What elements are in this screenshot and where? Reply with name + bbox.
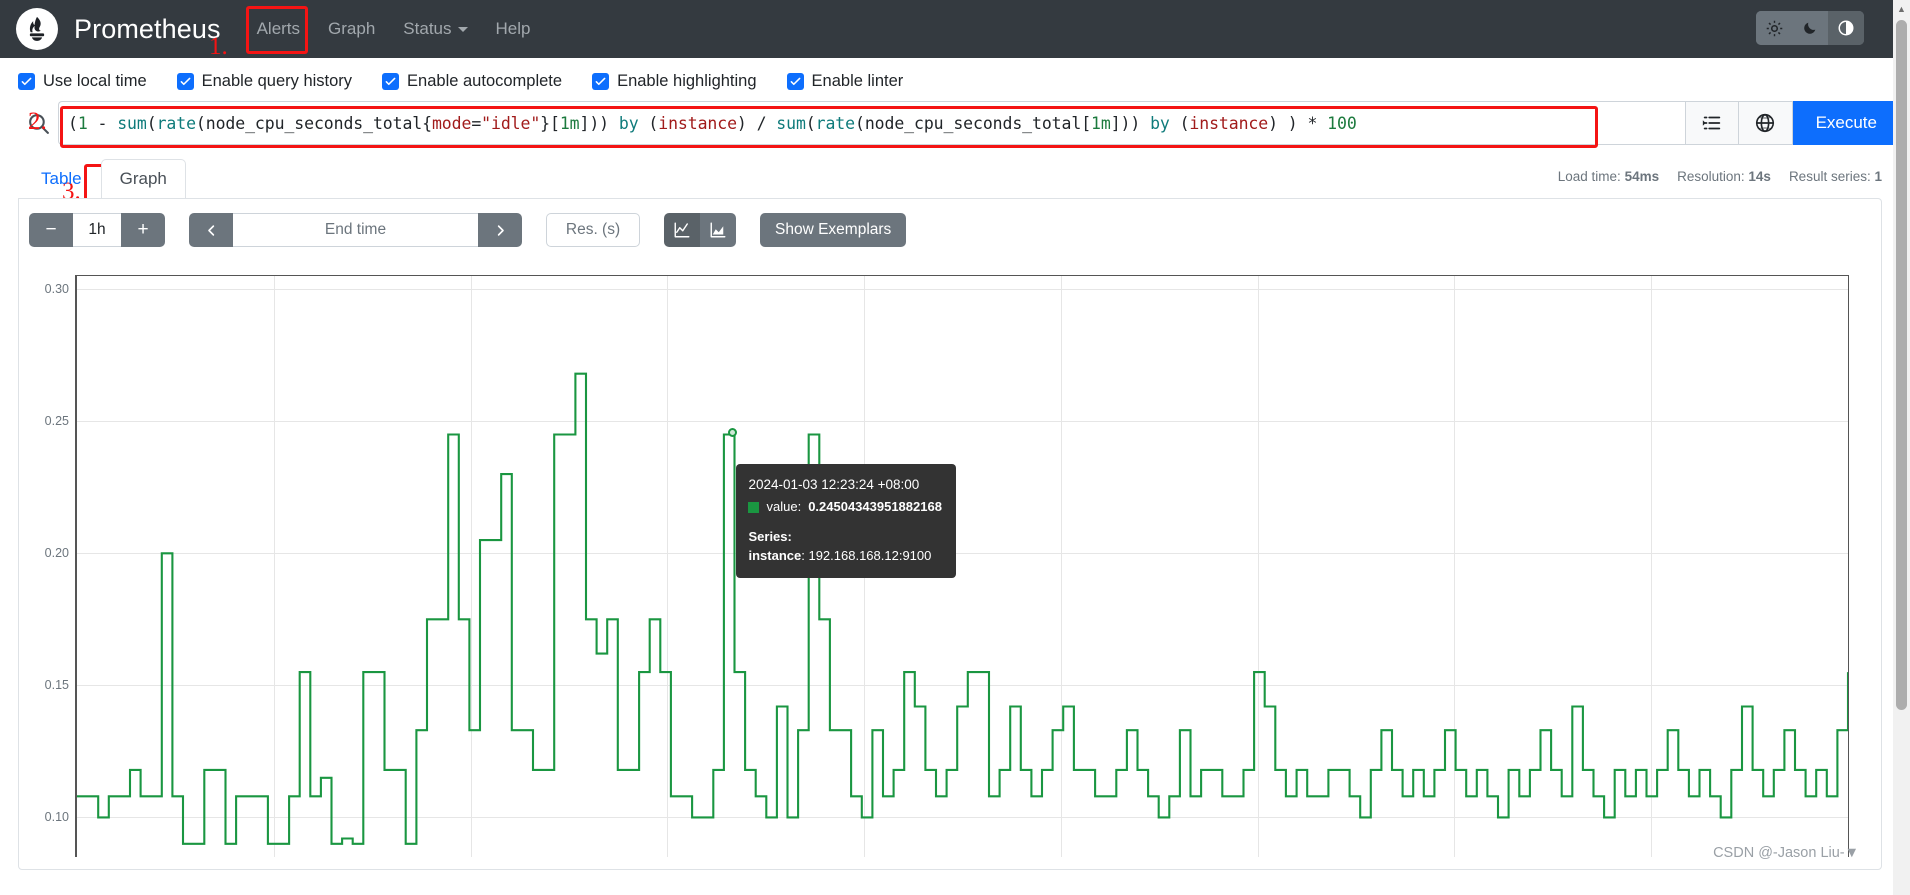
chevron-left-icon[interactable] bbox=[189, 213, 233, 247]
auto-contrast-icon[interactable] bbox=[1828, 11, 1864, 45]
moon-icon[interactable] bbox=[1792, 11, 1828, 45]
option-enable-highlighting[interactable]: Enable highlighting bbox=[592, 72, 757, 91]
query-expression-text: (1 - sum(rate(node_cpu_seconds_total{mod… bbox=[68, 113, 1357, 133]
tooltip-instance-value: 192.168.168.12:9100 bbox=[808, 547, 932, 563]
metrics-explorer-icon[interactable] bbox=[1684, 101, 1739, 145]
option-label: Enable query history bbox=[201, 72, 353, 90]
query-input[interactable]: (1 - sum(rate(node_cpu_seconds_total{mod… bbox=[58, 101, 1685, 145]
series-color-swatch bbox=[748, 501, 760, 513]
tooltip-series-label: Series: bbox=[748, 528, 792, 544]
y-axis-tick-label: 0.30 bbox=[44, 282, 69, 297]
nav-link-help[interactable]: Help bbox=[482, 11, 545, 47]
line-chart-icon[interactable] bbox=[664, 213, 700, 247]
decrease-range-button[interactable]: − bbox=[29, 213, 73, 247]
navbar: Prometheus Alerts Graph Status Help bbox=[0, 0, 1910, 58]
y-axis-tick-label: 0.10 bbox=[44, 810, 69, 825]
option-label: Enable linter bbox=[811, 72, 904, 90]
chart-type-selector bbox=[664, 213, 736, 247]
option-label: Enable highlighting bbox=[617, 72, 757, 90]
checkbox-checked-icon[interactable] bbox=[176, 73, 194, 90]
chevron-right-icon[interactable] bbox=[478, 213, 522, 247]
range-selector: − 1h + bbox=[29, 213, 165, 247]
show-exemplars-button[interactable]: Show Exemplars bbox=[760, 213, 907, 247]
graph-chart[interactable]: 0.30 0.25 0.20 0.15 0.10 2024-01-03 12:23:24 … bbox=[27, 267, 1873, 857]
annotation-number-1: 1. bbox=[209, 33, 228, 60]
scrollbar-thumb[interactable] bbox=[1896, 20, 1907, 710]
plot-area[interactable]: 0.30 0.25 0.20 0.15 0.10 2024-01-03 12:23:24 … bbox=[45, 275, 1849, 857]
option-label: Enable autocomplete bbox=[407, 72, 563, 90]
query-options-row: Use local time Enable query history Enab… bbox=[0, 58, 1910, 101]
annotation-number-2: 2. bbox=[28, 108, 47, 135]
theme-switcher bbox=[1756, 11, 1864, 45]
nav-link-status[interactable]: Status bbox=[389, 11, 481, 47]
checkbox-checked-icon[interactable] bbox=[382, 73, 400, 90]
option-use-local-time[interactable]: Use local time bbox=[18, 72, 147, 91]
query-stats: Load time: 54ms Resolution: 14s Result s… bbox=[1558, 169, 1882, 184]
option-enable-linter[interactable]: Enable linter bbox=[786, 72, 904, 91]
tooltip-value-label: value: bbox=[766, 498, 802, 514]
option-enable-autocomplete[interactable]: Enable autocomplete bbox=[382, 72, 562, 91]
globe-icon[interactable] bbox=[1738, 101, 1793, 145]
y-axis-tick-label: 0.15 bbox=[44, 678, 69, 693]
stacked-area-chart-icon[interactable] bbox=[700, 213, 736, 247]
range-input[interactable]: 1h bbox=[73, 213, 121, 247]
checkbox-checked-icon[interactable] bbox=[592, 73, 610, 90]
tooltip-value: 0.24504343951882168 bbox=[808, 498, 942, 514]
stat-load-time: Load time: 54ms bbox=[1557, 169, 1660, 184]
resolution-input[interactable]: Res. (s) bbox=[546, 213, 640, 247]
series-line bbox=[77, 372, 1848, 845]
y-axis-tick-label: 0.25 bbox=[44, 414, 69, 429]
y-axis-tick-label: 0.20 bbox=[44, 546, 69, 561]
option-enable-query-history[interactable]: Enable query history bbox=[176, 72, 353, 91]
nav-links: Alerts Graph Status Help bbox=[243, 11, 545, 47]
tooltip-instance-row: instance: 192.168.168.12:9100 bbox=[748, 547, 932, 563]
option-label: Use local time bbox=[43, 72, 147, 90]
execute-button[interactable]: Execute bbox=[1792, 101, 1900, 145]
increase-range-button[interactable]: + bbox=[121, 213, 165, 247]
end-time-selector: End time bbox=[189, 213, 522, 247]
checkbox-checked-icon[interactable] bbox=[18, 73, 35, 90]
checkbox-checked-icon[interactable] bbox=[786, 73, 804, 90]
tab-graph[interactable]: Graph bbox=[100, 159, 186, 199]
brand-title: Prometheus bbox=[74, 13, 221, 44]
nav-link-alerts[interactable]: Alerts bbox=[243, 11, 314, 47]
scroll-up-arrow-icon[interactable]: ▲ bbox=[1893, 0, 1910, 17]
stat-resolution: Resolution: 14s bbox=[1677, 169, 1771, 184]
tooltip-instance-label: instance bbox=[748, 547, 802, 563]
query-bar: (1 - sum(rate(node_cpu_seconds_total{mod… bbox=[0, 101, 1910, 148]
graph-panel: − 1h + End time Res. (s) Show Exemplars bbox=[18, 198, 1882, 870]
result-tabs: Table Graph Load time: 54ms Resolution: … bbox=[0, 145, 1910, 199]
hover-tooltip: 2024-01-03 12:23:24 +08:00 value: 0.24504… bbox=[736, 464, 956, 579]
tab-table[interactable]: Table bbox=[22, 159, 101, 199]
stat-result-series: Result series: 1 bbox=[1788, 169, 1882, 184]
nav-link-graph[interactable]: Graph bbox=[314, 11, 389, 47]
page-scrollbar[interactable]: ▲ bbox=[1893, 0, 1910, 895]
tooltip-timestamp: 2024-01-03 12:23:24 +08:00 bbox=[748, 477, 920, 493]
graph-controls: − 1h + End time Res. (s) Show Exemplars bbox=[19, 199, 1881, 257]
end-time-input[interactable]: End time bbox=[233, 213, 478, 247]
sun-icon[interactable] bbox=[1756, 11, 1792, 45]
tooltip-value-row: value: 0.24504343951882168 bbox=[748, 498, 942, 517]
prometheus-logo[interactable] bbox=[16, 8, 58, 50]
